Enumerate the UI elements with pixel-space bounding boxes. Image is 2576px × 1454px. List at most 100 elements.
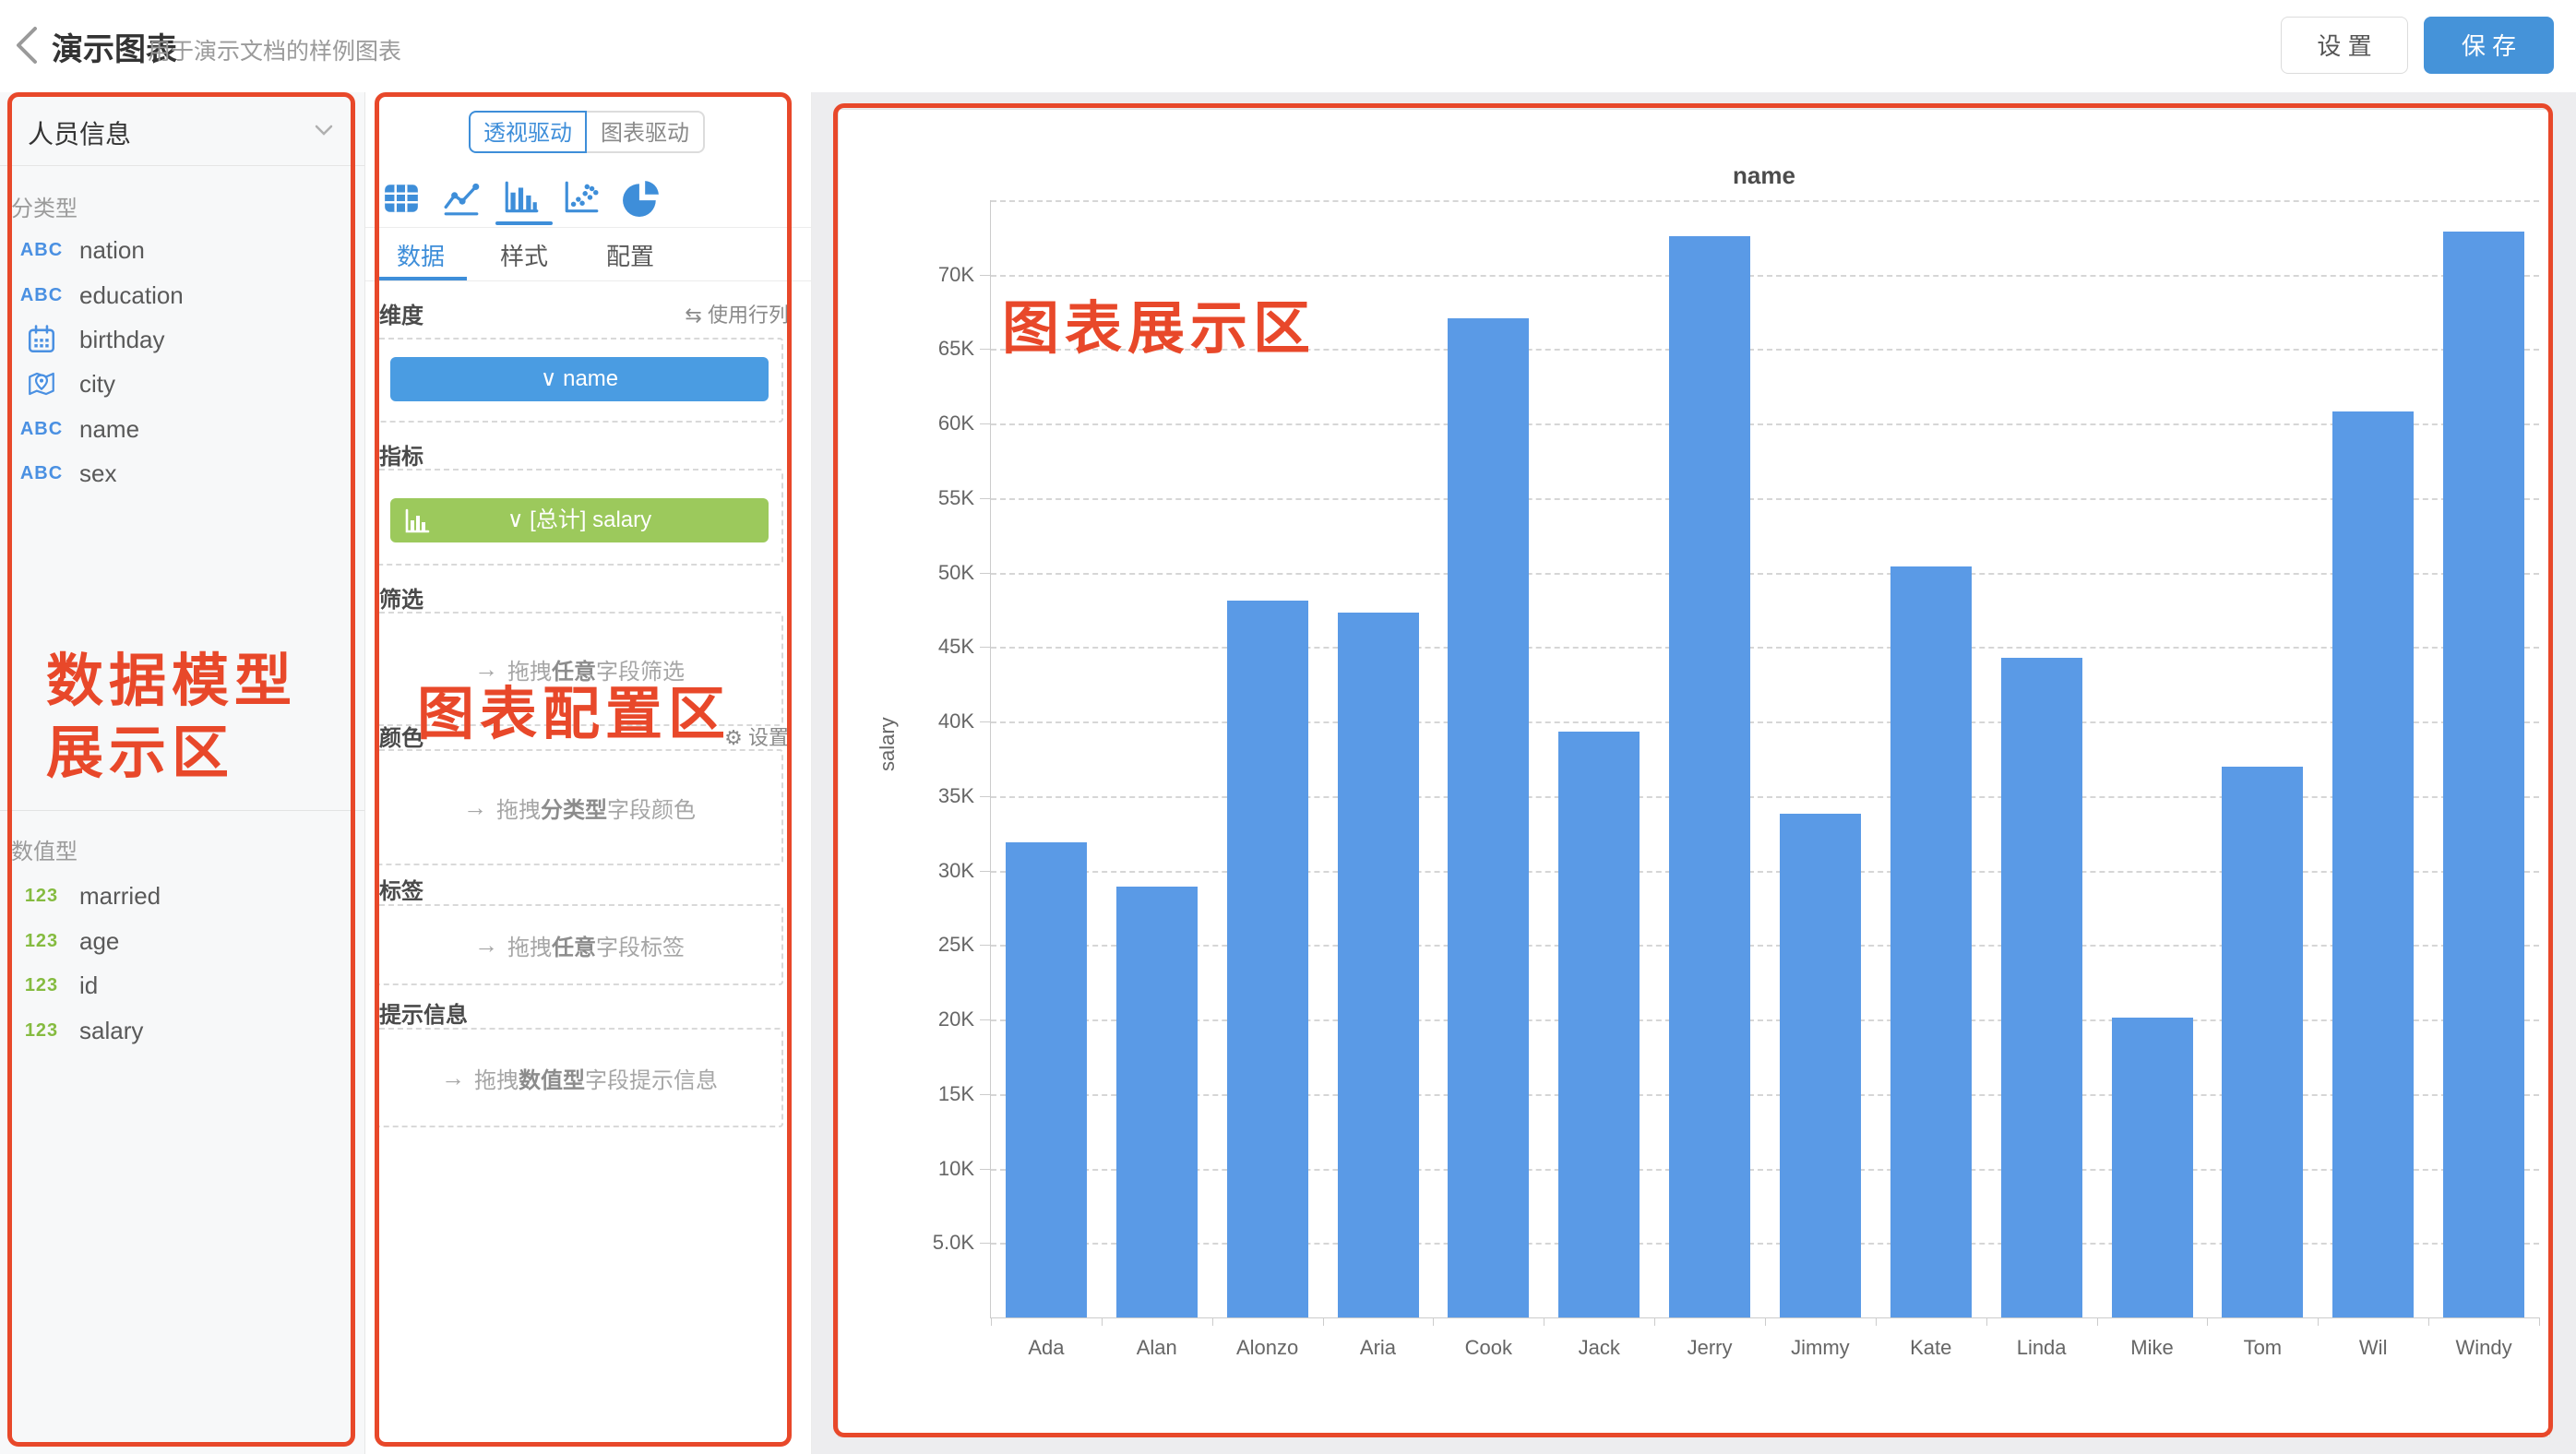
x-tick (1654, 1317, 1655, 1326)
gear-icon: ⚙ (724, 726, 743, 749)
field-label: city (79, 362, 115, 406)
filter-drop-zone[interactable]: → 拖拽任意字段筛选 (376, 612, 783, 726)
bar-chart-mini-icon (403, 507, 431, 551)
gridline (991, 498, 2539, 500)
gridline (991, 1243, 2539, 1245)
bar[interactable] (2222, 767, 2303, 1317)
chevron-down-icon (315, 124, 333, 140)
field-label: salary (79, 1008, 143, 1053)
dimension-drop-zone[interactable]: ∨ name (376, 338, 783, 423)
bar[interactable] (2112, 1018, 2193, 1317)
arrow-right-icon: → (474, 655, 498, 684)
x-tick-label: Tom (2207, 1336, 2318, 1360)
bar[interactable] (1338, 613, 1419, 1317)
scatter-chart-icon[interactable] (562, 179, 601, 218)
x-tick (1323, 1317, 1324, 1326)
category-section-label: 分类型 (11, 190, 78, 222)
color-label: 颜色 (379, 720, 423, 752)
y-tick (980, 945, 991, 946)
color-drop-zone[interactable]: → 拖拽分类型字段颜色 (376, 749, 783, 865)
y-tick (980, 647, 991, 648)
field-item-education[interactable]: ABC education (0, 273, 364, 317)
field-item-salary[interactable]: 123 salary (0, 1008, 364, 1053)
tooltip-label: 提示信息 (379, 996, 468, 1029)
field-label: married (79, 874, 161, 918)
y-tick (980, 1169, 991, 1170)
bar[interactable] (1558, 732, 1640, 1317)
x-tick (1876, 1317, 1877, 1326)
field-item-married[interactable]: 123 married (0, 874, 364, 918)
tooltip-drop-zone[interactable]: → 拖拽数值型字段提示信息 (376, 1028, 783, 1127)
dimension-pill-name[interactable]: ∨ name (390, 357, 769, 401)
dataset-selector[interactable]: 人员信息 (0, 92, 364, 166)
bar[interactable] (2001, 658, 2082, 1317)
mode-chart-driven[interactable]: 图表驱动 (587, 111, 705, 153)
field-label: education (79, 273, 184, 317)
save-button[interactable]: 保 存 (2424, 17, 2554, 74)
bar[interactable] (1890, 566, 1972, 1317)
tab-style[interactable]: 样式 (478, 238, 570, 272)
use-rows-toggle[interactable]: ⇆ 使用行列 (685, 299, 789, 328)
x-tick-label: Cook (1433, 1336, 1544, 1360)
gridline (991, 721, 2539, 723)
chart-stage: name salary 5.0K10K15K20K25K30K35K40K45K… (812, 92, 2576, 1454)
field-item-age[interactable]: 123 age (0, 919, 364, 963)
tab-config[interactable]: 配置 (584, 238, 676, 272)
bar[interactable] (1669, 236, 1750, 1317)
y-tick-label: 65K (899, 336, 974, 362)
chart-card: name salary 5.0K10K15K20K25K30K35K40K45K… (838, 109, 2550, 1437)
gridline (991, 871, 2539, 873)
mode-switch: 透视驱动 图表驱动 (469, 111, 705, 153)
field-item-nation[interactable]: ABC nation (0, 228, 364, 272)
x-tick (1433, 1317, 1434, 1326)
back-chevron-icon (15, 26, 39, 65)
bar[interactable] (1116, 887, 1198, 1317)
x-tick-label: Jimmy (1765, 1336, 1876, 1360)
y-tick (980, 1094, 991, 1095)
bar[interactable] (1227, 601, 1308, 1317)
bar[interactable] (2443, 232, 2524, 1317)
gridline (991, 423, 2539, 425)
back-button[interactable] (15, 26, 39, 65)
field-item-name[interactable]: ABC name (0, 407, 364, 451)
text-field-icon: ABC (13, 407, 70, 451)
mode-pivot-driven[interactable]: 透视驱动 (469, 111, 587, 153)
field-item-birthday[interactable]: birthday (0, 317, 364, 362)
y-tick (980, 1019, 991, 1020)
settings-button[interactable]: 设 置 (2281, 17, 2408, 74)
y-tick-label: 70K (899, 262, 974, 288)
field-label: id (79, 963, 98, 1007)
y-tick (980, 796, 991, 797)
arrow-right-icon: → (463, 793, 487, 822)
field-item-sex[interactable]: ABC sex (0, 451, 364, 495)
tag-drop-zone[interactable]: → 拖拽任意字段标签 (376, 904, 783, 985)
chart-title: name (990, 161, 2538, 190)
x-tick-label: Windy (2428, 1336, 2539, 1360)
x-tick-label: Jack (1544, 1336, 1654, 1360)
measure-drop-zone[interactable]: ∨ [总计] salary (376, 469, 783, 566)
bar[interactable] (1780, 814, 1861, 1317)
x-tick (2428, 1317, 2429, 1326)
field-item-city[interactable]: city (0, 362, 364, 406)
filter-label: 筛选 (379, 581, 423, 614)
x-tick (2318, 1317, 2319, 1326)
arrow-right-icon: → (441, 1064, 465, 1092)
tooltip-drop-hint: → 拖拽数值型字段提示信息 (377, 1030, 781, 1126)
divider (0, 810, 364, 811)
tab-data[interactable]: 数据 (375, 238, 467, 272)
measure-pill-salary[interactable]: ∨ [总计] salary (390, 498, 769, 542)
bar[interactable] (2332, 411, 2414, 1317)
pie-chart-icon[interactable] (622, 179, 661, 218)
bar[interactable] (1448, 318, 1529, 1317)
tag-label: 标签 (379, 873, 423, 905)
y-tick-label: 15K (899, 1081, 974, 1107)
bar-chart-icon[interactable] (502, 179, 541, 218)
color-settings-button[interactable]: ⚙ 设置 (724, 721, 789, 751)
line-chart-icon[interactable] (442, 179, 481, 218)
y-tick-label: 5.0K (899, 1230, 974, 1256)
field-item-id[interactable]: 123 id (0, 963, 364, 1007)
y-tick-label: 10K (899, 1156, 974, 1182)
bar[interactable] (1006, 842, 1087, 1317)
x-tick-label: Mike (2097, 1336, 2208, 1360)
table-chart-icon[interactable] (382, 179, 421, 218)
